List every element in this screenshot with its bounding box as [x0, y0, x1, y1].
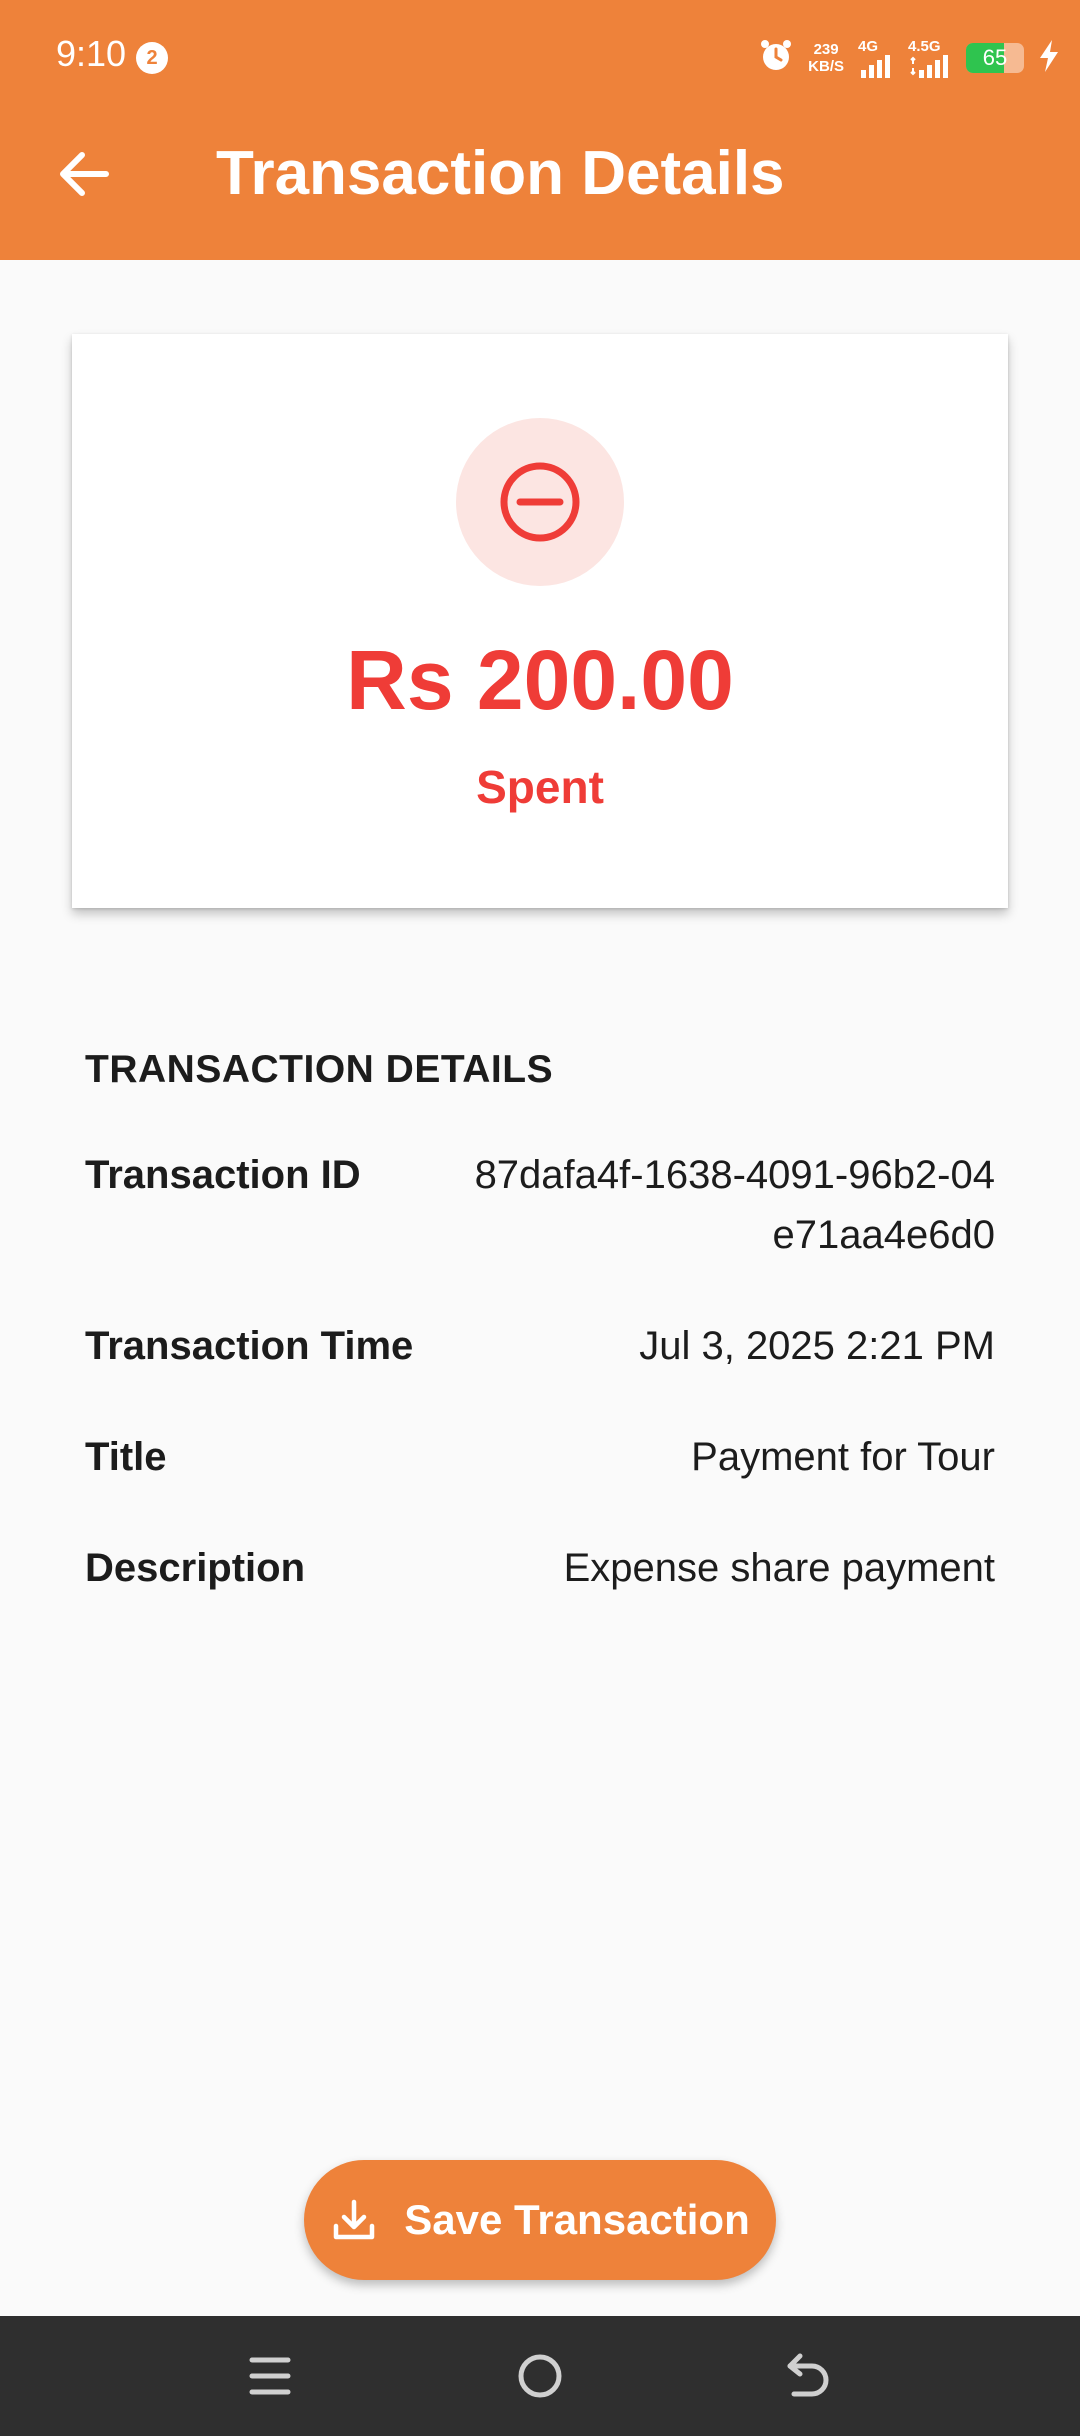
transaction-amount: Rs 200.00	[346, 633, 734, 727]
app-bar: 9:10 2 239 KB/S 4G 4.5G 65 Transaction D…	[0, 0, 1080, 260]
network-4-5g-label: 4.5G	[908, 38, 941, 55]
network-4-5g: 4.5G	[908, 38, 952, 78]
signal-icon	[861, 55, 890, 78]
download-icon	[334, 2199, 375, 2240]
notification-badge: 2	[136, 42, 168, 74]
detail-label: Transaction Time	[85, 1324, 414, 1368]
network-4g: 4G	[858, 38, 894, 78]
transaction-type: Spent	[476, 761, 604, 813]
minus-circle-icon	[500, 462, 580, 542]
signal-icon	[910, 55, 948, 78]
system-nav-bar	[0, 2316, 1080, 2436]
save-transaction-button[interactable]: Save Transaction	[304, 2160, 776, 2280]
net-speed-unit: KB/S	[808, 58, 844, 75]
nav-recents-button[interactable]	[238, 2344, 302, 2408]
detail-label: Description	[85, 1546, 306, 1590]
home-icon	[518, 2354, 562, 2398]
nav-home-button[interactable]	[508, 2344, 572, 2408]
amount-card: Rs 200.00 Spent	[72, 334, 1008, 908]
battery-icon: 65	[966, 43, 1024, 73]
net-speed: 239 KB/S	[808, 41, 844, 75]
network-4g-label: 4G	[858, 38, 879, 55]
detail-label: Title	[85, 1435, 167, 1479]
nav-back-button[interactable]	[778, 2344, 842, 2408]
expense-icon-badge	[456, 418, 624, 586]
detail-value: Jul 3, 2025 2:21 PM	[639, 1324, 995, 1368]
arrow-left-icon	[60, 152, 109, 196]
detail-value: 87dafa4f-1638-4091-96b2-04e71aa4e6d0	[474, 1153, 995, 1257]
alarm-icon	[758, 38, 794, 79]
details-heading: TRANSACTION DETAILS	[85, 1048, 554, 1091]
status-icons: 239 KB/S 4G 4.5G 65	[744, 32, 1060, 84]
save-transaction-label: Save Transaction	[404, 2196, 750, 2243]
status-time: 9:10	[56, 33, 127, 74]
menu-icon	[249, 2357, 291, 2395]
battery-level: 65	[982, 45, 1008, 70]
charging-icon	[1038, 39, 1060, 78]
back-button[interactable]	[52, 142, 116, 206]
detail-label: Transaction ID	[85, 1153, 361, 1197]
detail-value: Expense share payment	[563, 1546, 995, 1590]
page-title: Transaction Details	[216, 139, 785, 208]
back-icon	[787, 2353, 829, 2397]
detail-value: Payment for Tour	[691, 1435, 995, 1479]
net-speed-value: 239	[813, 41, 839, 58]
